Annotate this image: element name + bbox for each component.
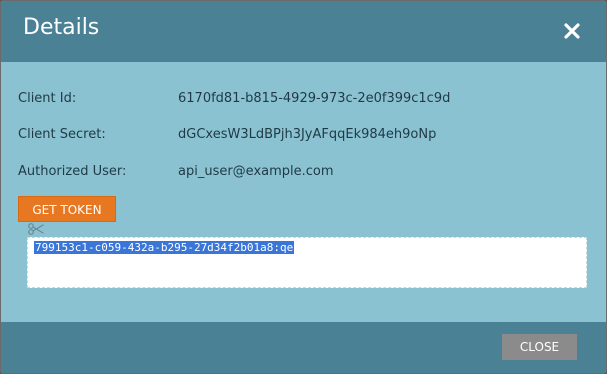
- client-secret-value: dGCxesW3LdBPjh3JyAFqqEk984eh9oNp: [178, 127, 437, 142]
- scissors-icon[interactable]: [27, 221, 45, 235]
- get-token-button[interactable]: GET TOKEN: [18, 196, 116, 222]
- dialog-body: Client Id: 6170fd81-b815-4929-973c-2e0f3…: [1, 62, 606, 322]
- client-id-value: 6170fd81-b815-4929-973c-2e0f399c1c9d: [178, 91, 451, 106]
- token-field[interactable]: 799153c1-c059-432a-b295-27d34f2b01a8:qe: [27, 237, 587, 288]
- authorized-user-label: Authorized User:: [18, 164, 127, 179]
- dialog-title: Details: [23, 15, 100, 40]
- token-value[interactable]: 799153c1-c059-432a-b295-27d34f2b01a8:qe: [34, 241, 295, 254]
- close-icon[interactable]: [562, 21, 582, 41]
- client-secret-label: Client Secret:: [18, 127, 106, 142]
- details-dialog: Details Client Id: 6170fd81-b815-4929-97…: [0, 0, 607, 374]
- authorized-user-value: api_user@example.com: [178, 164, 334, 179]
- close-button[interactable]: CLOSE: [502, 334, 577, 360]
- client-id-label: Client Id:: [18, 91, 77, 106]
- dialog-footer: CLOSE: [1, 322, 606, 373]
- dialog-header: Details: [1, 1, 606, 62]
